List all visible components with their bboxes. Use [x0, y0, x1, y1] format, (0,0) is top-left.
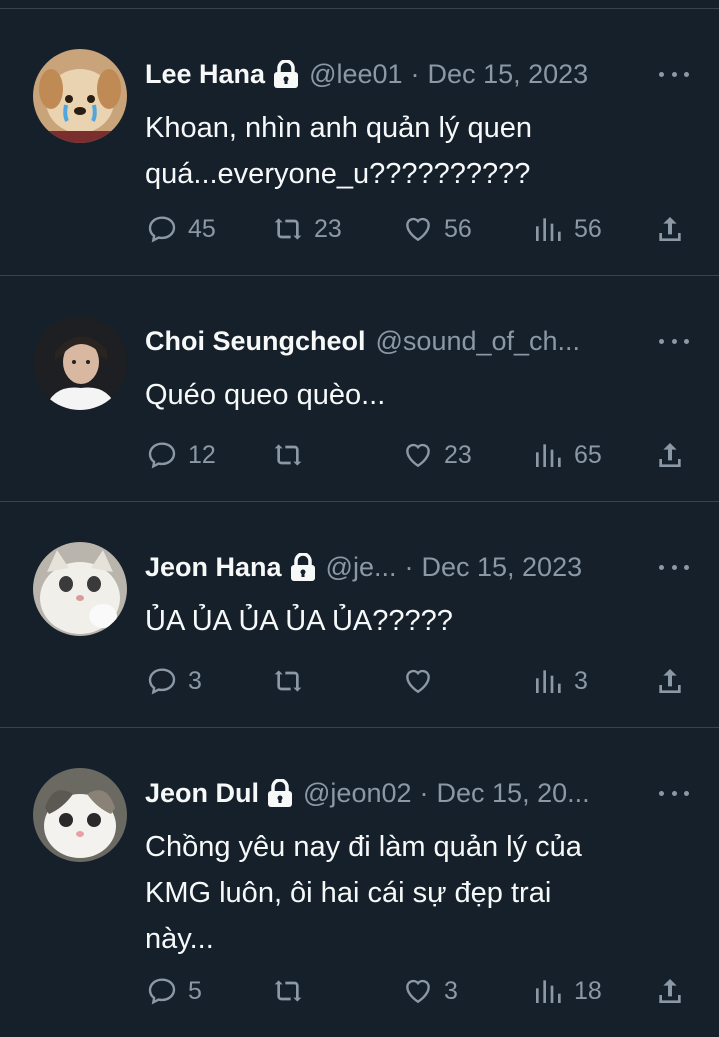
- timestamp[interactable]: Dec 15, 20...: [437, 778, 590, 809]
- tweet-actions: 5 3 18: [0, 971, 719, 1011]
- share-icon: [659, 979, 681, 1003]
- reply-button[interactable]: 12: [146, 435, 216, 475]
- tweet[interactable]: Jeon Dul @jeon02 · Dec 15, 20... Chồng y…: [0, 728, 719, 1037]
- user-handle[interactable]: @lee01: [309, 59, 402, 90]
- like-button[interactable]: 3: [402, 971, 458, 1011]
- separator-dot: ·: [419, 777, 429, 808]
- like-count: 3: [444, 976, 458, 1005]
- tweet-text: Quéo queo quèo...: [145, 379, 386, 411]
- tweet-header: Lee Hana @lee01 · Dec 15, 2023: [145, 57, 659, 91]
- reply-icon: [148, 442, 176, 469]
- user-handle[interactable]: @sound_of_ch...: [376, 326, 581, 357]
- reply-count: 12: [188, 440, 216, 469]
- retweet-button[interactable]: [272, 971, 314, 1011]
- tweet-header: Jeon Hana @je... · Dec 15, 2023: [145, 550, 659, 584]
- user-handle[interactable]: @je...: [326, 552, 397, 583]
- view-count: 65: [574, 440, 602, 469]
- avatar[interactable]: [33, 542, 127, 636]
- display-name[interactable]: Lee Hana: [145, 59, 265, 90]
- share-button[interactable]: [654, 971, 686, 1011]
- views-button[interactable]: 56: [532, 209, 602, 249]
- share-icon: [659, 669, 681, 693]
- retweet-icon: [274, 444, 302, 466]
- heart-icon: [406, 669, 430, 694]
- more-options-icon[interactable]: [659, 783, 689, 803]
- share-icon: [659, 217, 681, 241]
- display-name[interactable]: Jeon Dul: [145, 778, 259, 809]
- view-count: 3: [574, 666, 588, 695]
- top-divider: [0, 0, 719, 9]
- heart-icon: [406, 217, 430, 242]
- retweet-icon: [274, 980, 302, 1002]
- like-button[interactable]: 23: [402, 435, 472, 475]
- like-button[interactable]: 56: [402, 209, 472, 249]
- views-icon: [536, 980, 561, 1003]
- like-button[interactable]: [402, 661, 444, 701]
- more-options-icon[interactable]: [659, 331, 689, 351]
- retweet-button[interactable]: [272, 661, 314, 701]
- retweet-count: 23: [314, 214, 342, 243]
- reply-count: 5: [188, 976, 202, 1005]
- more-options-icon[interactable]: [659, 557, 689, 577]
- timestamp[interactable]: Dec 15, 2023: [428, 59, 589, 90]
- tweet[interactable]: Jeon Hana @je... · Dec 15, 2023 ỦA ỦA ỦA…: [0, 502, 719, 728]
- lock-icon: [267, 779, 293, 807]
- like-count: 56: [444, 214, 472, 243]
- view-count: 18: [574, 976, 602, 1005]
- heart-icon: [406, 979, 430, 1004]
- user-handle[interactable]: @jeon02: [303, 778, 412, 809]
- reply-button[interactable]: 5: [146, 971, 202, 1011]
- tweet-text: ỦA ỦA ỦA ỦA ỦA?????: [145, 605, 453, 637]
- reply-icon: [148, 668, 176, 695]
- reply-count: 3: [188, 666, 202, 695]
- display-name[interactable]: Jeon Hana: [145, 552, 282, 583]
- lock-icon: [290, 553, 316, 581]
- retweet-icon: [274, 670, 302, 692]
- views-icon: [536, 670, 561, 693]
- separator-dot: ·: [410, 58, 420, 89]
- share-button[interactable]: [654, 209, 686, 249]
- heart-icon: [406, 443, 430, 468]
- reply-icon: [148, 216, 176, 243]
- retweet-button[interactable]: 23: [272, 209, 342, 249]
- tweet[interactable]: Lee Hana @lee01 · Dec 15, 2023 Khoan, nh…: [0, 9, 719, 276]
- share-button[interactable]: [654, 435, 686, 475]
- reply-icon: [148, 978, 176, 1005]
- views-button[interactable]: 18: [532, 971, 602, 1011]
- tweet-header: Choi Seungcheol @sound_of_ch...: [145, 324, 659, 358]
- views-icon: [536, 444, 561, 467]
- reply-button[interactable]: 3: [146, 661, 202, 701]
- avatar[interactable]: [33, 768, 127, 862]
- tweet[interactable]: Choi Seungcheol @sound_of_ch... Quéo que…: [0, 276, 719, 502]
- share-button[interactable]: [654, 661, 686, 701]
- avatar[interactable]: [33, 49, 127, 143]
- tweet-actions: 45 23 56 56: [0, 209, 719, 249]
- tweet-text: Khoan, nhìn anh quản lý quen quá...every…: [145, 112, 532, 190]
- reply-button[interactable]: 45: [146, 209, 216, 249]
- timestamp[interactable]: Dec 15, 2023: [421, 552, 582, 583]
- tweet-header: Jeon Dul @jeon02 · Dec 15, 20...: [145, 776, 659, 810]
- views-button[interactable]: 65: [532, 435, 602, 475]
- retweet-icon: [274, 218, 302, 240]
- view-count: 56: [574, 214, 602, 243]
- separator-dot: ·: [404, 551, 414, 582]
- tweet-actions: 3 3: [0, 661, 719, 701]
- views-icon: [536, 218, 561, 241]
- lock-icon: [273, 60, 299, 88]
- tweet-actions: 12 23 65: [0, 435, 719, 475]
- tweet-text: Chồng yêu nay đi làm quản lý của KMG luô…: [145, 831, 582, 955]
- avatar[interactable]: [33, 316, 127, 410]
- views-button[interactable]: 3: [532, 661, 588, 701]
- like-count: 23: [444, 440, 472, 469]
- retweet-button[interactable]: [272, 435, 314, 475]
- share-icon: [659, 443, 681, 467]
- reply-count: 45: [188, 214, 216, 243]
- display-name[interactable]: Choi Seungcheol: [145, 326, 366, 357]
- more-options-icon[interactable]: [659, 64, 689, 84]
